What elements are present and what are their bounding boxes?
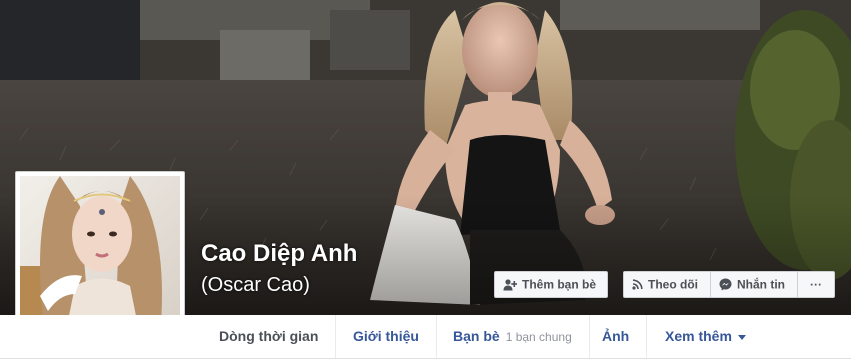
tab-more[interactable]: Xem thêm <box>648 315 763 358</box>
message-label: Nhắn tin <box>737 277 785 292</box>
mutual-friends-count: 1 bạn chung <box>505 330 572 344</box>
tab-timeline-label: Dòng thời gian <box>219 328 319 344</box>
tab-timeline[interactable]: Dòng thời gian <box>202 315 337 358</box>
add-friend-label: Thêm bạn bè <box>522 277 597 292</box>
profile-name[interactable]: Cao Diệp Anh <box>201 240 357 268</box>
tab-friends-label: Bạn bè <box>453 328 500 344</box>
follow-button[interactable]: Theo dõi <box>623 271 711 298</box>
tab-about-label: Giới thiệu <box>353 328 419 344</box>
tab-photos-label: Ảnh <box>602 328 630 344</box>
tab-about[interactable]: Giới thiệu <box>336 315 437 358</box>
rss-icon <box>632 279 643 290</box>
more-options-label: ··· <box>810 277 822 292</box>
caret-down-icon <box>737 334 746 340</box>
alternate-name: (Oscar Cao) <box>201 274 310 296</box>
add-friend-button[interactable]: Thêm bạn bè <box>494 271 608 298</box>
avatar <box>20 176 180 336</box>
more-options-button[interactable]: ··· <box>797 271 835 298</box>
profile-nav: Dòng thời gian Giới thiệu Bạn bè 1 bạn ch… <box>0 315 851 359</box>
follow-label: Theo dõi <box>648 277 698 292</box>
add-friend-icon <box>503 279 517 291</box>
tab-friends[interactable]: Bạn bè 1 bạn chung <box>436 315 590 358</box>
tab-photos[interactable]: Ảnh <box>585 315 648 358</box>
message-button[interactable]: Nhắn tin <box>710 271 798 298</box>
tab-more-label: Xem thêm <box>665 328 732 344</box>
messenger-icon <box>719 278 732 291</box>
